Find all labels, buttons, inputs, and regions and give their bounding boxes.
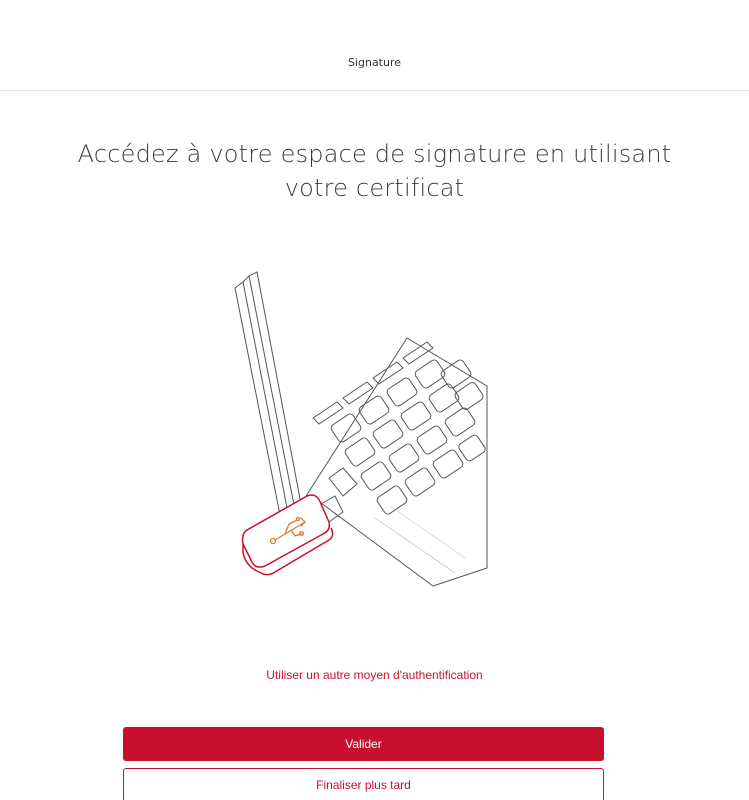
usb-key-icon [241, 494, 344, 576]
laptop-usb-key-illustration [225, 268, 495, 598]
finish-later-button[interactable]: Finaliser plus tard [123, 768, 604, 800]
headline-line-2: votre certificat [284, 174, 465, 202]
main-headline: Accédez à votre espace de signature en u… [40, 137, 709, 205]
validate-button[interactable]: Valider [123, 727, 604, 761]
header-bar: Signature [0, 0, 749, 91]
alternate-authentication-link[interactable]: Utiliser un autre moyen d'authentificati… [0, 668, 749, 682]
page-title: Signature [347, 56, 402, 69]
headline-line-1: Accédez à votre espace de signature en u… [77, 140, 672, 168]
signature-page: Signature Accédez à votre espace de sign… [0, 0, 749, 800]
